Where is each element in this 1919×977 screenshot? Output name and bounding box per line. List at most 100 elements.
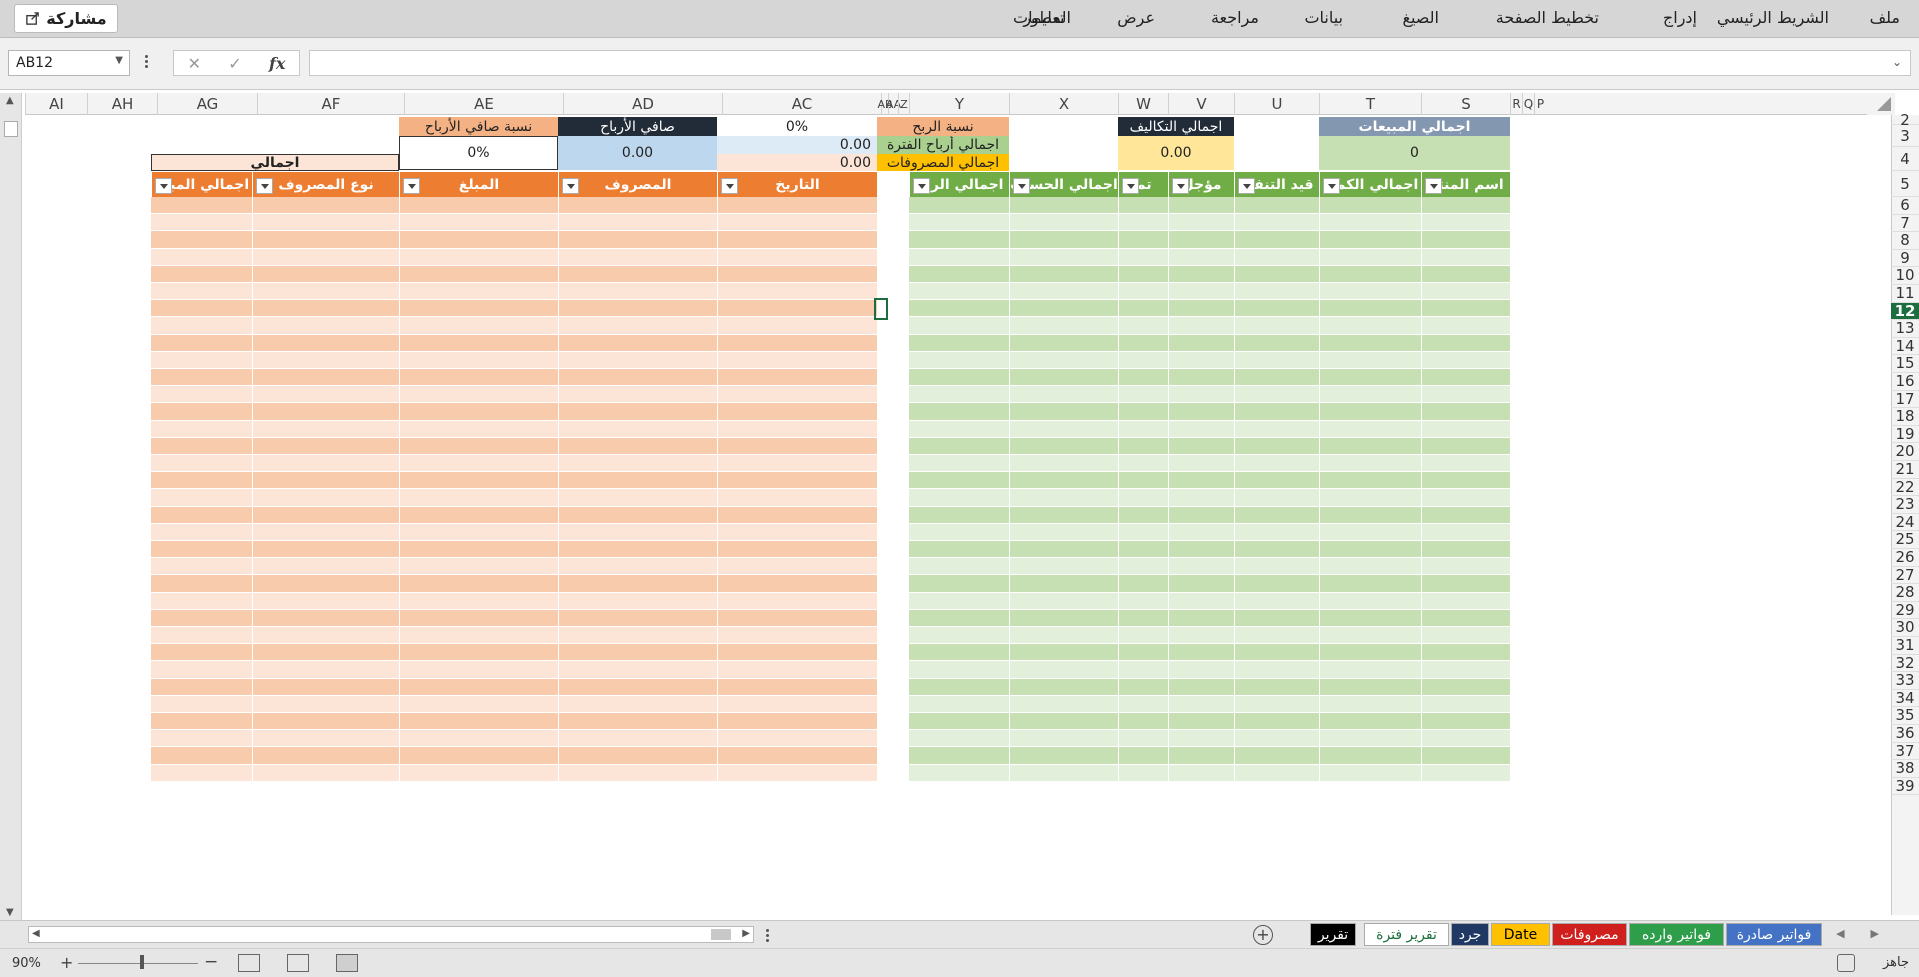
scroll-up-icon[interactable]: ▲ [6,95,14,106]
column-header[interactable]: S [1421,93,1510,115]
table-row[interactable] [151,369,877,387]
row-header[interactable]: 18 [1891,408,1919,426]
table-row[interactable] [909,231,1510,249]
header-expense-type[interactable]: نوع المصروف [252,172,399,197]
add-sheet-icon[interactable]: + [1253,925,1273,945]
row-header[interactable]: 15 [1891,355,1919,373]
row-header[interactable]: 37 [1891,742,1919,761]
formula-input[interactable]: ⌄ [309,50,1911,76]
zoom-level[interactable]: 90% [12,956,41,971]
table-row[interactable] [909,730,1510,748]
header-total-profit[interactable]: اجمالي الربح [909,172,1009,197]
table-row[interactable] [151,283,877,301]
header-in-progress[interactable]: قيد التنفيذ [1234,172,1319,197]
row-header[interactable]: 28 [1891,584,1919,602]
column-header[interactable]: R [1510,93,1522,115]
table-row[interactable] [151,558,877,576]
table-row[interactable] [151,231,877,249]
row-header[interactable]: 32 [1891,654,1919,673]
period-profit-label[interactable]: اجمالي أرباح الفترة [877,136,1009,154]
table-row[interactable] [909,489,1510,507]
row-header[interactable]: 24 [1891,513,1919,532]
table-row[interactable] [909,764,1510,782]
summary-title[interactable]: اجمالي [151,154,399,171]
table-row[interactable] [151,661,877,679]
normal-view-icon[interactable] [336,954,358,972]
net-profit-ratio-value[interactable]: 0% [399,136,558,170]
table-row[interactable] [909,747,1510,765]
net-profit-label[interactable]: صافي الأرباح [558,117,717,136]
column-header[interactable]: AH [87,93,157,115]
row-header[interactable]: 14 [1891,337,1919,356]
table-row[interactable] [151,489,877,507]
total-sales-value[interactable]: 0 [1319,136,1510,170]
net-profit-ratio-label[interactable]: نسبة صافي الأرباح [399,117,558,136]
filter-dropdown-icon[interactable] [562,178,579,194]
row-header[interactable]: 17 [1891,390,1919,409]
share-button[interactable]: مشاركة [14,4,118,33]
row-header[interactable]: 11 [1891,284,1919,303]
table-row[interactable] [909,661,1510,679]
filter-dropdown-icon[interactable] [1172,178,1189,194]
table-row[interactable] [151,764,877,782]
sheet-tab[interactable]: تقرير [1310,923,1356,946]
vertical-scrollbar[interactable]: ▲ ▼ [0,93,22,920]
header-total-quantity[interactable]: اجمالي الكمية [1319,172,1421,197]
table-row[interactable] [151,420,877,438]
table-row[interactable] [909,403,1510,421]
table-row[interactable] [151,678,877,696]
sheet-tab[interactable]: Date [1491,923,1550,946]
table-row[interactable] [909,455,1510,473]
column-header[interactable]: AE [404,93,563,115]
sheet-tab[interactable]: تقرير فترة [1364,923,1449,946]
table-row[interactable] [909,386,1510,404]
table-row[interactable] [151,334,877,352]
zoom-in-icon[interactable]: − [204,952,218,972]
cancel-icon[interactable]: ✕ [188,54,201,73]
row-header[interactable]: 22 [1891,478,1919,497]
row-header[interactable]: 33 [1891,672,1919,690]
table-row[interactable] [151,575,877,593]
filter-dropdown-icon[interactable] [1013,178,1030,194]
row-header[interactable]: 29 [1891,601,1919,620]
tab-help[interactable]: تعليمات [1013,8,1064,27]
filter-dropdown-icon[interactable] [1425,178,1442,194]
tab-data[interactable]: بيانات [1304,8,1343,27]
row-header[interactable]: 39 [1891,777,1919,796]
accessibility-icon[interactable] [1837,954,1855,972]
table-row[interactable] [151,695,877,713]
total-sales-label[interactable]: اجمالي المبيعات [1319,117,1510,136]
row-header[interactable]: 7 [1891,214,1919,233]
column-header[interactable]: AD [563,93,722,115]
filter-dropdown-icon[interactable] [1122,178,1139,194]
header-postponed[interactable]: مؤجل [1168,172,1234,197]
filter-dropdown-icon[interactable] [403,178,420,194]
table-row[interactable] [909,627,1510,645]
insert-function-icon[interactable]: fx [269,54,285,73]
filter-dropdown-icon[interactable] [1323,178,1340,194]
column-header[interactable]: P [1534,93,1546,115]
table-row[interactable] [151,713,877,731]
table-row[interactable] [151,300,877,318]
horizontal-scrollbar[interactable]: ◀ ▶ [28,926,754,943]
table-row[interactable] [151,609,877,627]
scroll-left-icon[interactable]: ◀ [32,928,40,939]
table-row[interactable] [909,695,1510,713]
tab-home[interactable]: الشريط الرئيسي [1717,8,1829,27]
column-header[interactable]: X [1009,93,1118,115]
row-header[interactable]: 26 [1891,548,1919,567]
row-header[interactable]: 27 [1891,566,1919,585]
total-costs-value[interactable]: 0.00 [1118,136,1234,170]
tab-insert[interactable]: إدراج [1663,8,1697,27]
filter-dropdown-icon[interactable] [721,178,738,194]
page-layout-view-icon[interactable] [238,954,260,972]
table-row[interactable] [909,420,1510,438]
table-row[interactable] [909,248,1510,266]
row-header[interactable]: 21 [1891,460,1919,479]
total-expenses-label[interactable]: اجمالي المصروفات [877,154,1009,171]
table-row[interactable] [909,506,1510,524]
row-header[interactable]: 2 [1891,113,1919,128]
table-row[interactable] [909,197,1510,215]
table-row[interactable] [151,437,877,455]
table-row[interactable] [151,592,877,610]
